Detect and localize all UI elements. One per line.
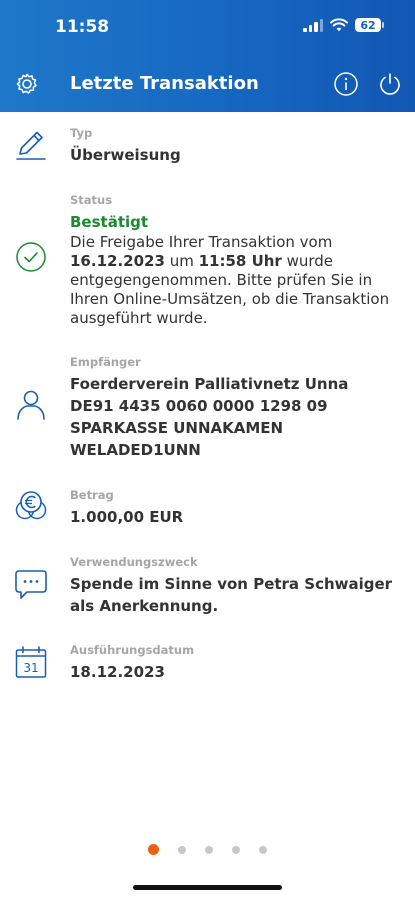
recipient-iban: DE91 4435 0060 0000 1298 09 (70, 397, 328, 415)
page-dot[interactable] (232, 845, 240, 854)
page-dot[interactable] (259, 845, 267, 854)
battery-icon: 62 (355, 18, 384, 32)
status-time: 11:58 Uhr (198, 252, 282, 270)
status-value: Bestätigt (70, 213, 149, 231)
battery-level: 62 (360, 18, 376, 32)
speech-bubble-icon (15, 570, 47, 599)
wifi-icon (330, 18, 348, 32)
status-label: Status (70, 193, 113, 207)
recipient-bank: SPARKASSE UNNAKAMEN (70, 419, 284, 437)
info-icon[interactable] (333, 71, 359, 97)
recipient-label: Empfänger (70, 355, 141, 369)
page-dot[interactable] (178, 845, 186, 854)
home-indicator[interactable] (133, 885, 282, 890)
recipient-bic: WELADED1UNN (70, 441, 201, 459)
status-text-line-5: ausgeführt wurde. (70, 309, 208, 327)
euro-coins-icon (15, 491, 47, 520)
purpose-line-1: Spende im Sinne von Petra Schwaiger (70, 575, 393, 593)
page-dot[interactable] (148, 844, 159, 855)
type-value: Überweisung (70, 146, 181, 164)
page-title: Letzte Transaktion (70, 73, 259, 94)
status-text-line-1: Die Freigabe Ihrer Transaktion vom (70, 233, 333, 251)
recipient-name: Foerderverein Palliativnetz Unna (70, 375, 349, 393)
status-text-um: um (169, 252, 194, 270)
app-header: 11:58 62 Letzte Transaktion (0, 0, 415, 112)
status-description: Die Freigabe Ihrer Transaktion vom 16.12… (70, 233, 397, 328)
page-indicator[interactable] (148, 844, 267, 855)
purpose-label: Verwendungszweck (70, 555, 198, 569)
calendar-icon: 31 (15, 646, 47, 678)
status-date: 16.12.2023 (70, 252, 165, 270)
purpose-line-2: als Anerkennung. (70, 597, 219, 615)
amount-label: Betrag (70, 488, 114, 502)
calendar-day: 31 (23, 661, 38, 675)
check-circle-icon (16, 242, 46, 272)
cellular-signal-icon (303, 18, 323, 32)
status-bar-icons: 62 (303, 18, 384, 32)
status-text-wurde: wurde (286, 252, 334, 270)
status-text-line-3: entgegengenommen. Bitte prüfen Sie in (70, 271, 373, 289)
power-logout-icon[interactable] (377, 71, 403, 97)
status-text-line-4: Ihren Online-Umsätzen, ob die Transaktio… (70, 290, 390, 308)
person-icon (17, 390, 45, 420)
amount-value: 1.000,00 EUR (70, 508, 184, 526)
execution-date-label: Ausführungsdatum (70, 643, 195, 657)
execution-date-value: 18.12.2023 (70, 663, 165, 681)
settings-gear-icon[interactable] (14, 71, 40, 97)
status-bar-time: 11:58 (55, 17, 110, 37)
type-label: Typ (70, 126, 93, 140)
page-dot[interactable] (205, 845, 213, 854)
pencil-icon (16, 131, 46, 160)
